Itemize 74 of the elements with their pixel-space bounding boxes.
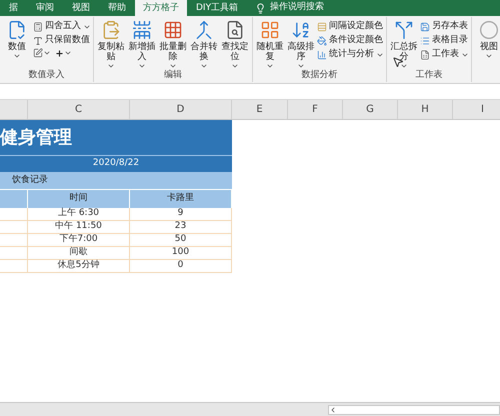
ribbon-button[interactable]: 表格目录 xyxy=(420,34,469,47)
table-cell: 间歇 xyxy=(28,247,130,259)
plus-icon xyxy=(55,48,64,58)
header-cell: 时间 xyxy=(28,190,130,208)
ribbon-button[interactable]: 统计与分析 xyxy=(317,48,384,61)
rows-icon xyxy=(317,22,327,32)
table-cell: 100 xyxy=(130,247,232,259)
table-cell: 0 xyxy=(130,260,232,272)
circle-icon xyxy=(479,20,499,40)
checked-file-icon xyxy=(7,20,27,40)
search-label[interactable]: 操作说明搜索 xyxy=(270,1,324,15)
ribbon-button[interactable]: 视图 xyxy=(474,19,500,60)
merge-icon xyxy=(194,20,214,40)
text-icon xyxy=(33,36,43,46)
ribbon-tab[interactable]: 审阅 xyxy=(27,0,63,16)
ribbon-button[interactable]: 高级排序 xyxy=(286,19,316,70)
edit-button[interactable] xyxy=(33,48,51,58)
column-header[interactable]: H xyxy=(398,100,453,119)
grid-icon xyxy=(163,20,183,40)
group-label: 工作表 xyxy=(416,70,442,82)
ribbon-tab[interactable]: 视图 xyxy=(63,0,99,16)
column-header[interactable]: G xyxy=(343,100,398,119)
ribbon-tab[interactable]: 据 xyxy=(0,0,27,16)
scroll-left-icon[interactable] xyxy=(329,406,337,414)
search-icon xyxy=(225,20,245,40)
ribbon-button[interactable]: 新增插入 xyxy=(127,19,157,70)
table-cell: 23 xyxy=(130,221,232,233)
ribbon-button[interactable]: 查找定位 xyxy=(220,19,250,70)
grid-icon xyxy=(260,20,280,40)
ribbon-button[interactable]: 复制粘贴 xyxy=(96,19,126,70)
ribbon-button[interactable]: 数值 xyxy=(2,19,32,60)
paint-bucket-icon xyxy=(317,36,327,46)
column-header[interactable]: E xyxy=(232,100,288,119)
bar-chart-icon xyxy=(317,50,327,60)
date-cell: 2020/8/22 xyxy=(0,156,232,173)
ribbon-button[interactable]: 间隔设定颜色 xyxy=(317,20,384,33)
ribbon-button[interactable]: 工作表 xyxy=(420,48,469,61)
ribbon-button[interactable]: 批量删除 xyxy=(158,19,188,70)
table-cell: 50 xyxy=(130,234,232,246)
ribbon-tab[interactable]: 帮助 xyxy=(99,0,135,16)
save-icon xyxy=(420,22,430,32)
table-cell: 中午 11:50 xyxy=(28,221,130,233)
column-header[interactable]: D xyxy=(130,100,232,119)
table-cell: 休息5分钟 xyxy=(28,260,130,272)
ribbon-button[interactable]: 条件设定颜色 xyxy=(317,34,384,47)
spreadsheet-icon xyxy=(420,50,430,60)
column-header[interactable]: C xyxy=(28,100,130,119)
section-cell: 饮食记录 xyxy=(0,173,232,190)
pen-icon xyxy=(33,48,43,58)
ribbon-button[interactable]: 四舍五入 xyxy=(33,20,91,33)
sort-icon xyxy=(291,20,311,40)
ribbon-button[interactable]: 只保留数值 xyxy=(33,34,91,47)
table-cell: 下午7:00 xyxy=(28,234,130,246)
lightbulb-icon xyxy=(255,2,266,14)
calculator-icon xyxy=(33,22,43,32)
clipboard-icon xyxy=(101,20,121,40)
column-header[interactable]: I xyxy=(453,100,500,119)
table-insert-icon xyxy=(132,20,152,40)
group-label: 数据分析 xyxy=(302,70,338,82)
group-label: 编辑 xyxy=(164,70,182,82)
table-cell: 9 xyxy=(130,208,232,220)
ribbon-button[interactable]: 随机重复 xyxy=(255,19,285,70)
list-icon xyxy=(420,36,430,46)
table-cell: 上午 6:30 xyxy=(28,208,130,220)
column-header[interactable]: F xyxy=(288,100,343,119)
ribbon-button[interactable]: 合并转换 xyxy=(189,19,219,70)
split-icon xyxy=(394,20,414,40)
ribbon-tab[interactable]: DIY工具箱 xyxy=(187,0,248,16)
group-label: 数值录入 xyxy=(28,70,64,82)
header-cell: 卡路里 xyxy=(130,190,232,208)
ribbon-button[interactable]: 另存本表 xyxy=(420,20,469,33)
add-button[interactable] xyxy=(55,48,72,58)
horizontal-scrollbar[interactable] xyxy=(328,404,500,414)
ribbon-tab[interactable]: 方方格子 xyxy=(135,0,187,16)
